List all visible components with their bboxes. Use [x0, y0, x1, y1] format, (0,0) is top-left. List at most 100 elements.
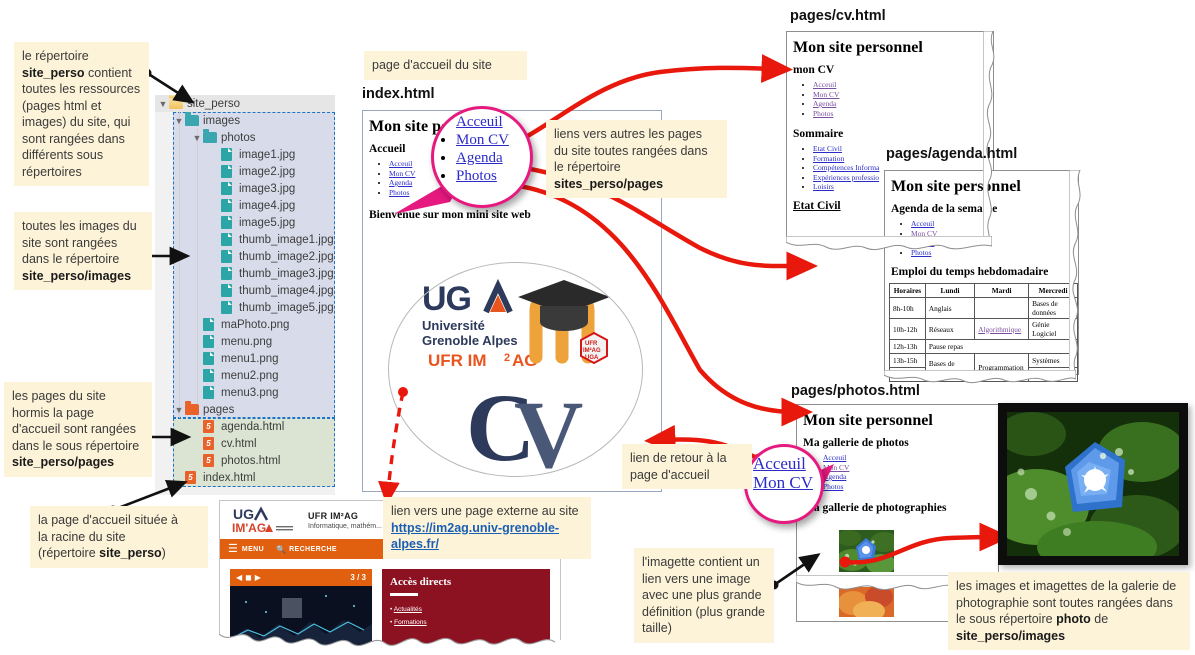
table-header-row: Horaires Lundi Mardi Mercredi [889, 283, 1078, 298]
tree-item-label: menu3.png [221, 386, 279, 399]
note-line: les images et imagettes de la galerie de [956, 579, 1177, 593]
note-line-bold: site_perso contient [22, 65, 132, 80]
tree-file-item[interactable]: menu1.png [155, 350, 335, 367]
tree-file-item[interactable]: menu2.png [155, 367, 335, 384]
note-line: images) du site, qui [22, 115, 131, 129]
tree-item-label: index.html [203, 471, 256, 484]
tree-file-item[interactable]: thumb_image1.jpg [155, 231, 335, 248]
external-url-text: https://im2ag.univ-grenoble-alpes.fr/ [391, 520, 560, 552]
chevron-down-icon[interactable]: ▼ [191, 133, 203, 143]
tree-file-item[interactable]: thumb_image2.jpg [155, 248, 335, 265]
tree-file-item[interactable]: image4.jpg [155, 197, 335, 214]
external-url[interactable]: https://im2ag.univ-grenoble-alpes.fr/ [391, 520, 583, 553]
table-cell [974, 297, 1030, 319]
nav-link-moncv[interactable]: Mon CV [813, 90, 839, 99]
hamburger-icon[interactable]: ☰ [228, 543, 238, 555]
tree-file-item[interactable]: menu3.png [155, 384, 335, 401]
uga-site-title: UFR IM²AG [308, 510, 359, 521]
panel-link[interactable]: • Formations [390, 619, 542, 626]
search-icon[interactable]: 🔍 [276, 545, 286, 554]
file-explorer-tree[interactable]: ▼ site_perso ▼ images ▼ photos image1.jp… [155, 95, 335, 495]
chevron-down-icon[interactable]: ▼ [173, 405, 185, 415]
sommaire-link-competences[interactable]: Compétences Informa [813, 163, 879, 172]
sommaire-link-etat-civil[interactable]: Etat Civil [813, 144, 842, 153]
bold-term: photo [1056, 612, 1091, 626]
nav-link-agenda[interactable]: Agenda [813, 99, 836, 108]
tree-file-item[interactable]: image3.jpg [155, 180, 335, 197]
image-file-icon [203, 352, 217, 365]
note-line: hormis la page [12, 405, 94, 420]
note-line: la page d'accueil située à [38, 513, 178, 527]
list-item: Mon CV [823, 463, 998, 473]
tree-item-pages[interactable]: ▼ pages [155, 401, 335, 418]
tree-file-item[interactable]: thumb_image4.jpg [155, 282, 335, 299]
agenda-torn-edge [1069, 170, 1081, 377]
tree-item-photos[interactable]: ▼ photos [155, 129, 335, 146]
tree-file-item[interactable]: image5.jpg [155, 214, 335, 231]
large-flower-image [1007, 412, 1179, 556]
mag-link-acceuil[interactable]: Acceuil [753, 454, 806, 473]
nav-link-acceuil[interactable]: Acceuil [911, 219, 934, 228]
mag-link-acceuil[interactable]: Acceuil [456, 114, 503, 130]
bold-term: site_perso [99, 546, 162, 560]
tree-file-item[interactable]: image1.jpg [155, 146, 335, 163]
table-row: 13h-15h Bases de données Programmation S… [889, 353, 1078, 382]
tree-item-site-perso[interactable]: ▼ site_perso [155, 95, 335, 112]
sommaire-link-loisirs[interactable]: Loisirs [813, 182, 834, 191]
note-line: photographie sont toutes rangées dans [956, 595, 1173, 610]
image-file-icon [221, 233, 235, 246]
sommaire-link-formation[interactable]: Formation [813, 154, 844, 163]
tree-item-label: image1.jpg [239, 148, 296, 161]
tree-item-label: thumb_image5.jpg [239, 301, 334, 314]
list-item: Agenda [813, 99, 993, 109]
sommaire-link-experiences[interactable]: Expériences professio [813, 173, 879, 182]
slider-prev-icon[interactable]: ◀ [236, 573, 242, 582]
slider-pause-icon[interactable]: ◼ [245, 573, 252, 582]
tree-file-item[interactable]: menu.png [155, 333, 335, 350]
tree-file-item[interactable]: agenda.html [155, 418, 335, 435]
note-line: la racine du site [38, 529, 126, 544]
table-header-cell: Mardi [974, 283, 1030, 298]
tree-file-item[interactable]: cv.html [155, 435, 335, 452]
tree-item-index[interactable]: index.html [155, 469, 335, 486]
nav-link-acceuil[interactable]: Acceuil [813, 80, 836, 89]
nav-link-acceuil[interactable]: Acceuil [389, 159, 412, 168]
nav-link-photos[interactable]: Photos [813, 109, 833, 118]
image-file-icon [203, 318, 217, 331]
note-line: toutes les ressources [22, 82, 141, 96]
tree-item-label: menu.png [221, 335, 273, 348]
panel-link[interactable]: • Actualités [390, 606, 542, 613]
mag-link-moncv[interactable]: Mon CV [753, 473, 813, 492]
list-item: Mon CV [813, 90, 993, 100]
tree-file-item[interactable]: thumb_image5.jpg [155, 299, 335, 316]
panel-link-text: Actualités [393, 606, 422, 613]
gallery-thumbnail[interactable] [839, 530, 894, 572]
index-logo-composite[interactable]: UG Université Grenoble Alpes UFR IM 2 AG… [388, 262, 643, 477]
mag-link-agenda[interactable]: Agenda [456, 150, 503, 166]
slider-next-icon[interactable]: ▶ [255, 573, 261, 582]
photos-page-heading: Ma gallerie de photos [803, 437, 909, 449]
image-file-icon [221, 250, 235, 263]
cv-sommaire-heading: Sommaire [793, 128, 844, 140]
tree-item-images[interactable]: ▼ images [155, 112, 335, 129]
mag-link-photos[interactable]: Photos [456, 168, 497, 184]
slider-counter: 3 / 3 [350, 573, 366, 582]
note-line-bold: site_perso/images [956, 628, 1182, 645]
tree-file-item[interactable]: photos.html [155, 452, 335, 469]
tree-file-item[interactable]: thumb_image3.jpg [155, 265, 335, 282]
chevron-down-icon[interactable]: ▼ [173, 116, 185, 126]
note-site-perso: le répertoire site_perso contient toutes… [14, 42, 149, 186]
image-file-icon [203, 386, 217, 399]
note-line: site sont rangées [22, 235, 118, 250]
timetable-link-algorithmique[interactable]: Algorithmique [978, 325, 1021, 334]
tree-file-item[interactable]: image2.jpg [155, 163, 335, 180]
mag-link-moncv[interactable]: Mon CV [456, 132, 509, 148]
search-label: RECHERCHE [289, 545, 338, 553]
note-line: sont rangées dans [22, 131, 125, 146]
image-file-icon [203, 369, 217, 382]
note-index-root: la page d'accueil située à la racine du … [30, 506, 208, 568]
chevron-down-icon[interactable]: ▼ [157, 99, 169, 109]
note-line: d'accueil sont rangées [12, 422, 136, 436]
tree-file-item[interactable]: maPhoto.png [155, 316, 335, 333]
tree-item-label: image2.jpg [239, 165, 296, 178]
